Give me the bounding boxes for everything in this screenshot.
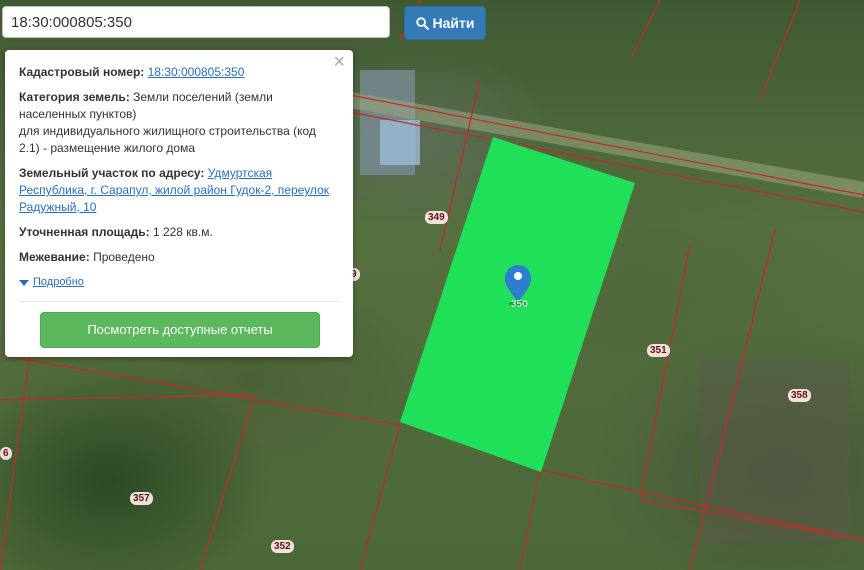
area-value: 1 228 кв.м. [152,225,213,239]
survey-value: Проведено [93,250,155,264]
parcel-label: 350 [511,299,528,310]
blue-roof [380,120,420,165]
cadastral-link[interactable]: 18:30:000805:350 [148,65,245,79]
caret-down-icon [19,279,29,286]
category-use: для индивидуального жилищного строительс… [19,124,316,155]
search-button[interactable]: Найти [404,6,486,40]
address-label: Земельный участок по адресу: [19,166,205,180]
survey-row: Межевание: Проведено [19,249,339,266]
category-row: Категория земель: Земли поселений (земли… [19,89,339,157]
area-label: Уточненная площадь: [19,225,150,239]
divider [19,301,339,302]
parcel-info-popup: × Кадастровый номер: 18:30:000805:350 Ка… [5,50,353,357]
details-link[interactable]: Подробно [33,274,84,291]
parcel-label: 6 [0,447,12,460]
field-patch [700,360,850,540]
search-button-label: Найти [432,15,475,31]
cadastral-row: Кадастровый номер: 18:30:000805:350 [19,64,339,81]
details-toggle[interactable]: Подробно [19,274,339,291]
area-row: Уточненная площадь: 1 228 кв.м. [19,224,339,241]
category-label: Категория земель: [19,90,130,104]
search-input[interactable] [2,6,390,38]
parcel-label: 352 [271,540,294,553]
search-icon [415,16,429,30]
parcel-label: 357 [130,492,153,505]
close-icon[interactable]: × [333,52,345,72]
view-reports-button[interactable]: Посмотреть доступные отчеты [40,312,320,348]
map-canvas[interactable]: 349 351 358 357 352 350 6 9 Найти × Када… [0,0,864,570]
parcel-label: 349 [425,211,448,224]
address-row: Земельный участок по адресу: Удмуртская … [19,165,339,216]
survey-label: Межевание: [19,250,90,264]
parcel-label: 351 [647,344,670,357]
parcel-label: 358 [788,389,811,402]
cadastral-label: Кадастровый номер: [19,65,145,79]
